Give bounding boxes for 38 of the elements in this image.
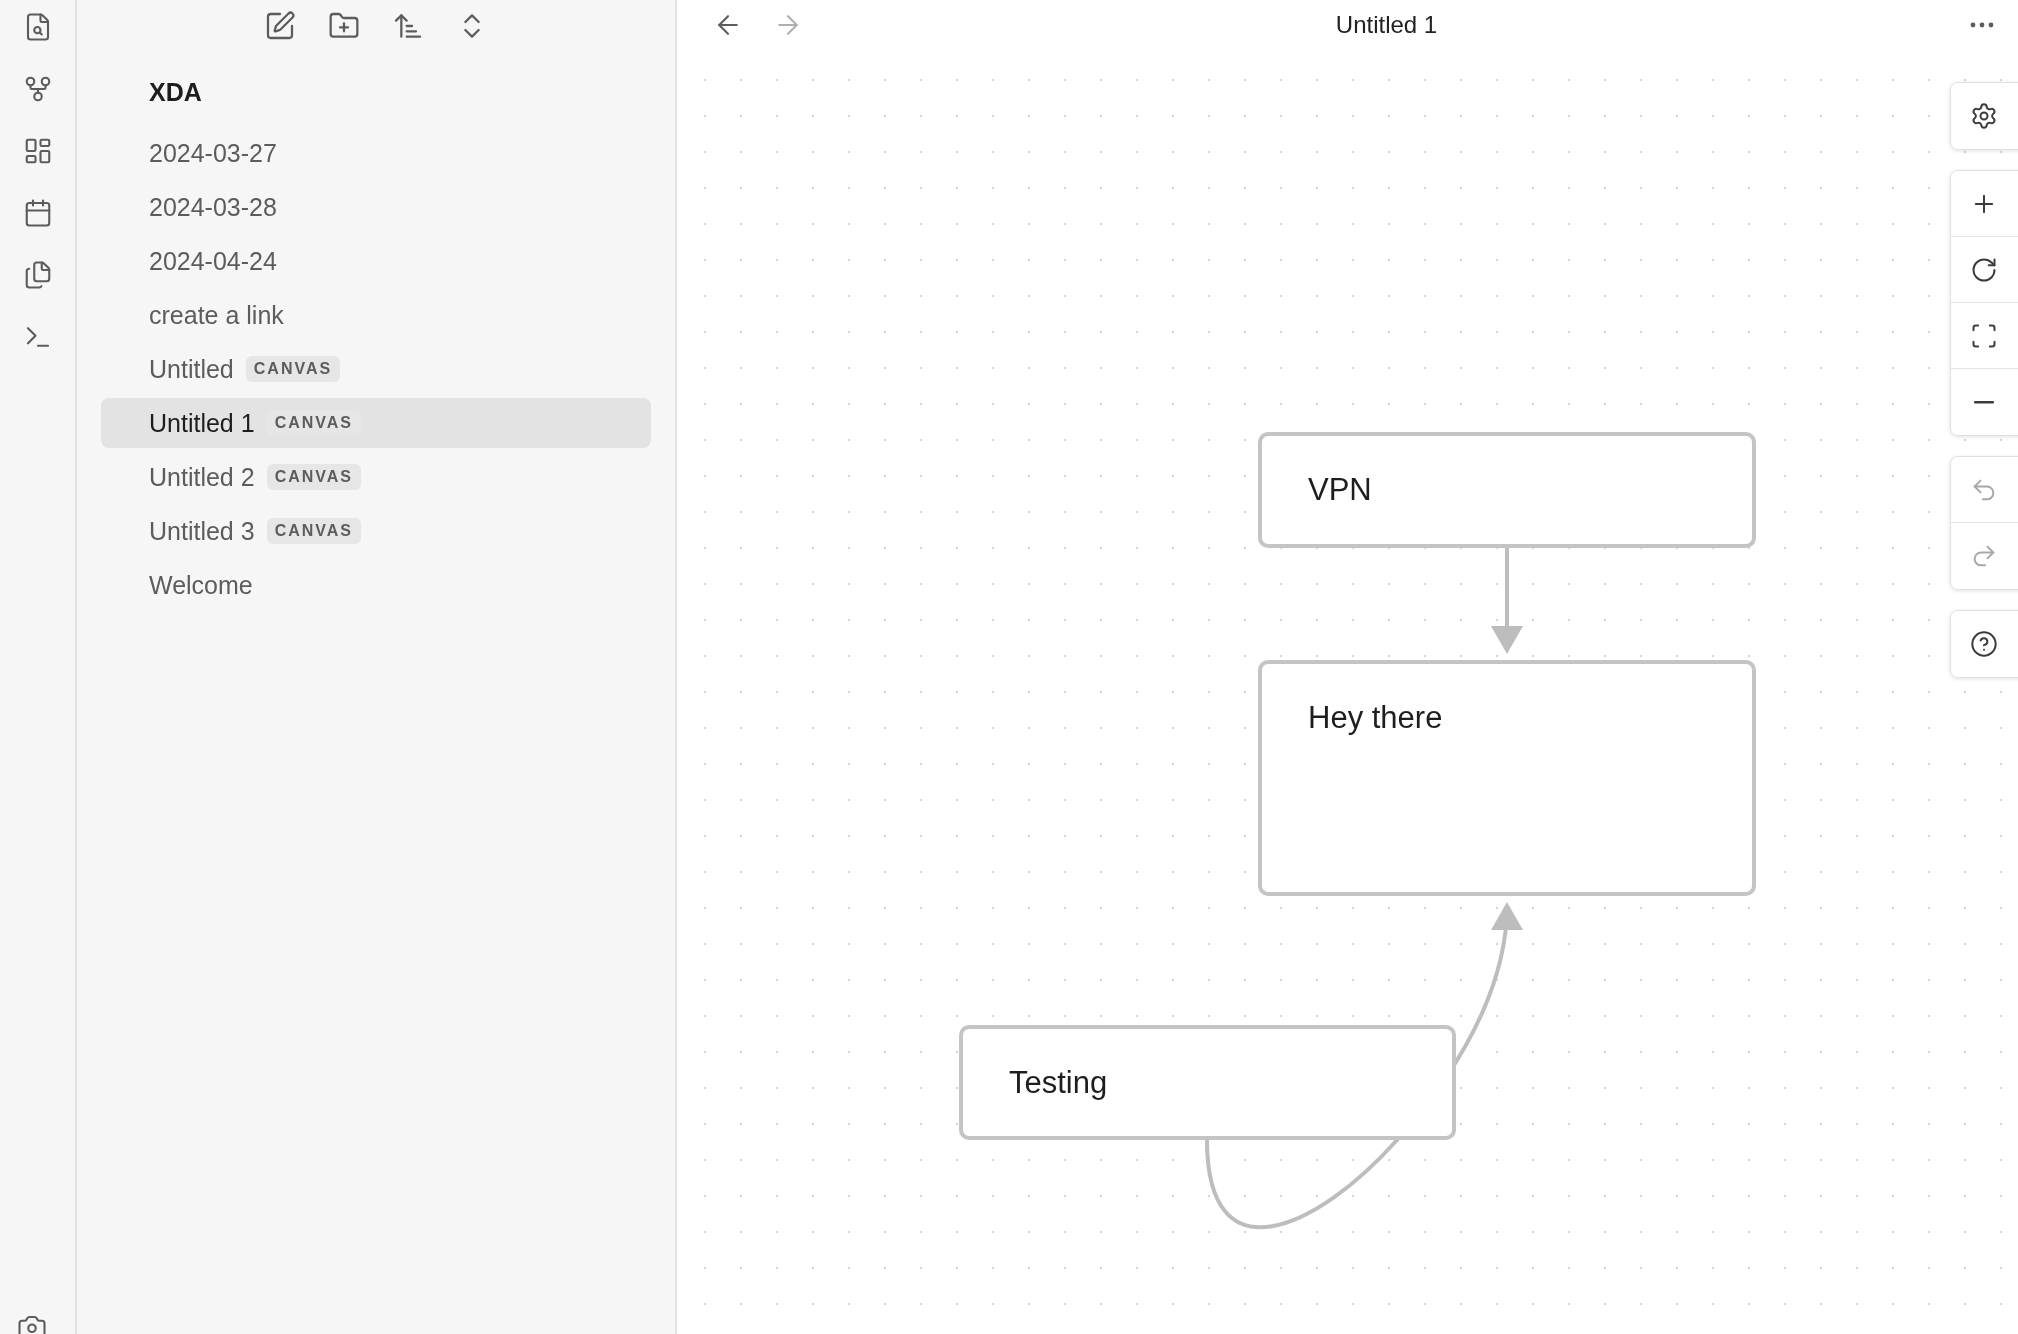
file-type-badge: CANVAS [245, 356, 341, 382]
vault-name[interactable]: XDA [101, 70, 651, 124]
document-title: Untitled 1 [1334, 11, 1439, 39]
file-name: Untitled 3 [149, 516, 255, 546]
more-icon [1970, 22, 1994, 28]
file-item[interactable]: 2024-03-28 [101, 182, 651, 232]
file-name: 2024-04-24 [149, 246, 277, 276]
file-item[interactable]: Untitled CANVAS [101, 344, 651, 394]
file-item[interactable]: 2024-04-24 [101, 236, 651, 286]
help-icon [1970, 630, 1998, 658]
canvas-card[interactable]: VPN [1258, 432, 1756, 548]
file-name: Welcome [149, 570, 253, 600]
reset-button[interactable] [1951, 237, 2018, 303]
pencil-square-icon [264, 10, 296, 42]
minus-icon [1974, 400, 1994, 404]
file-item[interactable]: create a link [101, 290, 651, 340]
file-name: Untitled 1 [149, 408, 255, 438]
canvas-card[interactable]: Testing [959, 1025, 1456, 1140]
card-text: VPN [1308, 472, 1372, 507]
file-type-badge: CANVAS [266, 518, 361, 544]
file-name: 2024-03-28 [149, 192, 277, 222]
file-type-badge: CANVAS [266, 464, 361, 490]
file-name: create a link [149, 300, 284, 330]
more-button[interactable] [1970, 22, 1994, 28]
file-name: Untitled 2 [149, 462, 255, 492]
file-item[interactable]: Untitled 1 CANVAS [101, 398, 651, 448]
settings-icon [1970, 102, 1998, 130]
file-item[interactable]: Welcome [101, 560, 651, 610]
file-item[interactable]: 2024-03-27 [101, 128, 651, 178]
file-name: 2024-03-27 [149, 138, 277, 168]
card-text: Hey there [1308, 700, 1443, 735]
card-text: Testing [1009, 1065, 1108, 1100]
help-button[interactable] [1951, 611, 2018, 677]
settings-button[interactable] [1951, 83, 2018, 149]
canvas-card[interactable]: Hey there [1258, 660, 1756, 896]
file-item[interactable]: Untitled 3 CANVAS [101, 506, 651, 556]
file-item[interactable]: Untitled 2 CANVAS [101, 452, 651, 502]
file-name: Untitled [149, 354, 234, 384]
